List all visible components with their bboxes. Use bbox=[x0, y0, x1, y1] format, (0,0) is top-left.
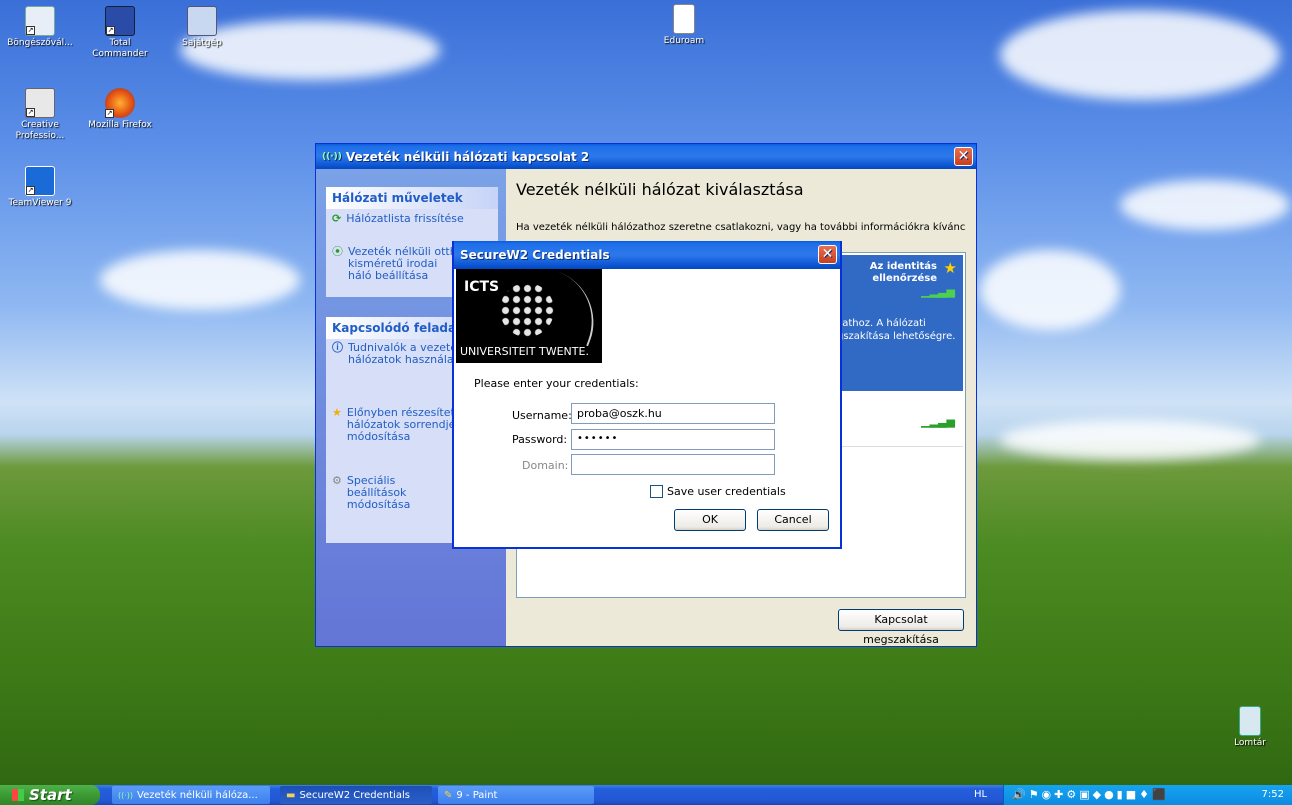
desktop-icon-eduroam[interactable]: Eduroam bbox=[648, 4, 720, 47]
ok-button[interactable]: OK bbox=[674, 509, 746, 531]
desktop-icon-label: Lomtár bbox=[1234, 738, 1266, 748]
computer-icon bbox=[187, 6, 217, 36]
start-button[interactable]: Start bbox=[0, 785, 100, 805]
desktop-icon-label: Mozilla Firefox bbox=[88, 120, 152, 130]
desktop-icon-teamviewer[interactable]: ↗ TeamViewer 9 bbox=[4, 166, 76, 209]
info-icon: ⓘ bbox=[332, 341, 343, 354]
save-credentials-checkbox[interactable] bbox=[650, 485, 663, 498]
desktop-icon-label: Böngészővál... bbox=[7, 38, 73, 48]
domain-label: Domain: bbox=[522, 459, 569, 472]
domain-field[interactable] bbox=[571, 454, 775, 475]
paint-icon: ✎ bbox=[444, 789, 453, 801]
clock[interactable]: 7:52 bbox=[1262, 789, 1284, 800]
taskbar-item-paint[interactable]: ✎ 9 - Paint bbox=[438, 786, 594, 804]
desktop-icon-recycle-bin[interactable]: Lomtár bbox=[1214, 706, 1286, 749]
tray-icons[interactable]: 🔊⚑◉✚⚙▣◆●▮■♦⬛ bbox=[1012, 788, 1169, 801]
star-icon: ★ bbox=[332, 406, 342, 419]
language-indicator[interactable]: HL bbox=[974, 789, 987, 800]
desktop-icon-my-computer[interactable]: Sajátgép bbox=[166, 6, 238, 49]
section-header: Hálózati műveletek bbox=[326, 187, 498, 209]
auth-status: Az identitás ellenőrzése bbox=[869, 261, 937, 284]
desktop-icon-label: Eduroam bbox=[663, 36, 705, 46]
network-details: zathoz. A hálózati gszakítása lehetőségr… bbox=[837, 318, 956, 342]
desktop-icon-label: Creative Professio... bbox=[15, 120, 65, 141]
credentials-dialog: SecureW2 Credentials ✕ ICTS UNIVERSITEIT… bbox=[452, 241, 842, 549]
logo-swoosh bbox=[537, 271, 609, 347]
cancel-button[interactable]: Cancel bbox=[757, 509, 829, 531]
close-button[interactable]: ✕ bbox=[954, 147, 973, 166]
desktop-icon-total-commander[interactable]: ↗ Total Commander bbox=[84, 6, 156, 60]
close-button[interactable]: ✕ bbox=[818, 245, 837, 264]
taskbar-item-securew2[interactable]: ▬ SecureW2 Credentials bbox=[280, 786, 432, 804]
star-icon: ★ bbox=[943, 259, 957, 277]
windows-logo-icon bbox=[12, 789, 24, 801]
username-label: Username: bbox=[512, 409, 572, 422]
credentials-titlebar[interactable]: SecureW2 Credentials ✕ bbox=[454, 241, 840, 269]
intro-text: Ha vezeték nélküli hálózathoz szeretne c… bbox=[516, 222, 966, 233]
desktop-icon-label: TeamViewer 9 bbox=[8, 198, 72, 208]
dialog-title: SecureW2 Credentials bbox=[460, 248, 610, 262]
browser-chooser-icon: ↗ bbox=[25, 6, 55, 36]
settings-icon: ⚙ bbox=[332, 474, 342, 487]
main-heading: Vezeték nélküli hálózat kiválasztása bbox=[516, 180, 804, 199]
floppy-icon: ↗ bbox=[105, 6, 135, 36]
refresh-network-list-link[interactable]: ⟳ Hálózatlista frissítése bbox=[326, 209, 498, 228]
refresh-icon: ⟳ bbox=[332, 212, 342, 225]
window-title: Vezeték nélküli hálózati kapcsolat 2 bbox=[345, 149, 590, 164]
dialog-body: ICTS UNIVERSITEIT TWENTE. Please enter y… bbox=[454, 269, 840, 547]
wireless-setup-icon: ⦿ bbox=[332, 245, 343, 258]
document-icon bbox=[673, 4, 695, 34]
signal-strength-icon: ▁▂▃▅ bbox=[921, 285, 955, 298]
university-logo: ICTS UNIVERSITEIT TWENTE. bbox=[456, 269, 609, 363]
wireless-window-titlebar[interactable]: ((·)) Vezeték nélküli hálózati kapcsolat… bbox=[316, 144, 976, 169]
wireless-icon: ((·)) bbox=[118, 790, 134, 800]
credentials-prompt: Please enter your credentials: bbox=[474, 377, 639, 390]
password-label: Password: bbox=[512, 433, 568, 446]
creative-icon: ↗ bbox=[25, 88, 55, 118]
desktop-icon-label: Total Commander bbox=[92, 38, 148, 59]
recycle-bin-icon bbox=[1239, 706, 1261, 736]
signal-strength-icon: ▁▂▃▅ bbox=[921, 415, 955, 428]
teamviewer-icon: ↗ bbox=[25, 166, 55, 196]
username-field[interactable]: proba@oszk.hu bbox=[571, 403, 775, 424]
taskbar-item-wireless[interactable]: ((·)) Vezeték nélküli hálóza... bbox=[112, 786, 270, 804]
desktop-icon-firefox[interactable]: ↗ Mozilla Firefox bbox=[84, 88, 156, 131]
desktop-icon-browser-chooser[interactable]: ↗ Böngészővál... bbox=[4, 6, 76, 49]
desktop-icon-label: Sajátgép bbox=[182, 38, 222, 48]
taskbar: Start ((·)) Vezeték nélküli hálóza... ▬ … bbox=[0, 785, 1292, 805]
folder-icon: ▬ bbox=[286, 789, 296, 801]
save-credentials-label: Save user credentials bbox=[667, 485, 786, 498]
firefox-icon: ↗ bbox=[105, 88, 135, 118]
disconnect-button[interactable]: Kapcsolat megszakítása bbox=[838, 609, 964, 646]
password-field[interactable]: •••••• bbox=[571, 429, 775, 450]
system-tray: 🔊⚑◉✚⚙▣◆●▮■♦⬛ 7:52 bbox=[1003, 785, 1292, 805]
wireless-icon: ((·)) bbox=[322, 151, 342, 162]
save-credentials-option[interactable]: Save user credentials bbox=[650, 485, 786, 498]
desktop-icon-creative[interactable]: ↗ Creative Professio... bbox=[4, 88, 76, 142]
